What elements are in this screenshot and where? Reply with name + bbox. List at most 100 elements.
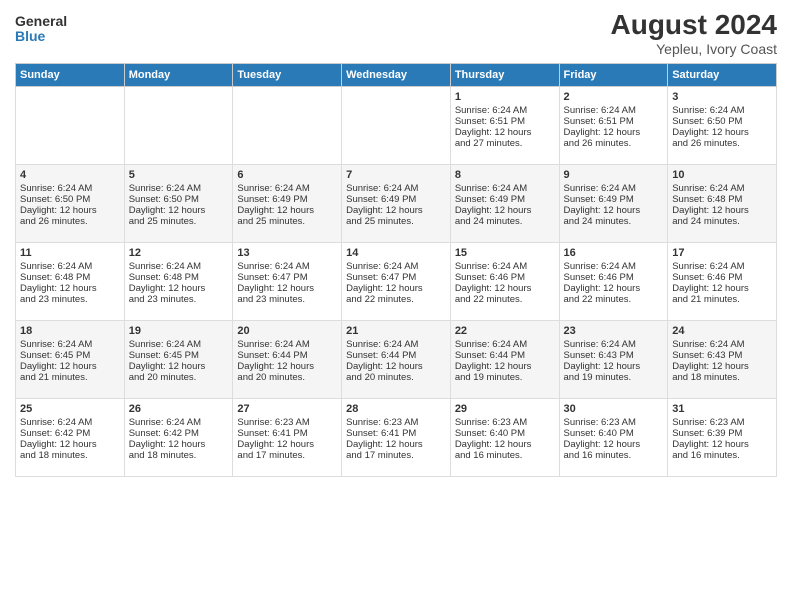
cell-content: Sunrise: 6:24 AM <box>346 339 446 350</box>
cell-content: Sunrise: 6:24 AM <box>20 183 120 194</box>
day-number: 19 <box>129 325 229 337</box>
day-number: 31 <box>672 403 772 415</box>
cell-content: and 23 minutes. <box>237 294 337 305</box>
cell-content: and 22 minutes. <box>346 294 446 305</box>
cell-content: Daylight: 12 hours <box>672 439 772 450</box>
day-number: 2 <box>564 91 664 103</box>
day-header-thursday: Thursday <box>450 63 559 86</box>
page-subtitle: Yepleu, Ivory Coast <box>611 41 778 57</box>
day-number: 23 <box>564 325 664 337</box>
calendar-cell: 19Sunrise: 6:24 AMSunset: 6:45 PMDayligh… <box>124 320 233 398</box>
calendar-cell: 6Sunrise: 6:24 AMSunset: 6:49 PMDaylight… <box>233 164 342 242</box>
cell-content: Sunrise: 6:24 AM <box>129 417 229 428</box>
cell-content: and 16 minutes. <box>564 450 664 461</box>
day-number: 9 <box>564 169 664 181</box>
cell-content: Daylight: 12 hours <box>346 283 446 294</box>
day-number: 27 <box>237 403 337 415</box>
cell-content: Daylight: 12 hours <box>20 205 120 216</box>
calendar-cell: 7Sunrise: 6:24 AMSunset: 6:49 PMDaylight… <box>342 164 451 242</box>
cell-content: Sunset: 6:48 PM <box>672 194 772 205</box>
cell-content: Daylight: 12 hours <box>455 205 555 216</box>
calendar-cell: 25Sunrise: 6:24 AMSunset: 6:42 PMDayligh… <box>16 398 125 476</box>
cell-content: Daylight: 12 hours <box>672 205 772 216</box>
cell-content: Sunrise: 6:24 AM <box>129 261 229 272</box>
cell-content: Daylight: 12 hours <box>237 439 337 450</box>
calendar-cell: 13Sunrise: 6:24 AMSunset: 6:47 PMDayligh… <box>233 242 342 320</box>
cell-content: Sunrise: 6:24 AM <box>564 183 664 194</box>
cell-content: Daylight: 12 hours <box>20 283 120 294</box>
cell-content: and 21 minutes. <box>20 372 120 383</box>
day-number: 10 <box>672 169 772 181</box>
week-row-5: 25Sunrise: 6:24 AMSunset: 6:42 PMDayligh… <box>16 398 777 476</box>
calendar-cell: 22Sunrise: 6:24 AMSunset: 6:44 PMDayligh… <box>450 320 559 398</box>
header-row: SundayMondayTuesdayWednesdayThursdayFrid… <box>16 63 777 86</box>
cell-content: Daylight: 12 hours <box>455 361 555 372</box>
calendar-cell <box>342 86 451 164</box>
cell-content: Daylight: 12 hours <box>672 127 772 138</box>
cell-content: Daylight: 12 hours <box>455 439 555 450</box>
day-number: 18 <box>20 325 120 337</box>
cell-content: Sunset: 6:46 PM <box>455 272 555 283</box>
cell-content: Sunset: 6:50 PM <box>672 116 772 127</box>
calendar-cell: 8Sunrise: 6:24 AMSunset: 6:49 PMDaylight… <box>450 164 559 242</box>
cell-content: Sunset: 6:40 PM <box>455 428 555 439</box>
cell-content: Sunset: 6:45 PM <box>20 350 120 361</box>
cell-content: Daylight: 12 hours <box>564 205 664 216</box>
week-row-1: 1Sunrise: 6:24 AMSunset: 6:51 PMDaylight… <box>16 86 777 164</box>
cell-content: and 18 minutes. <box>129 450 229 461</box>
cell-content: Sunrise: 6:24 AM <box>672 339 772 350</box>
cell-content: and 24 minutes. <box>672 216 772 227</box>
cell-content: Sunset: 6:46 PM <box>672 272 772 283</box>
cell-content: Sunrise: 6:24 AM <box>564 105 664 116</box>
day-number: 14 <box>346 247 446 259</box>
calendar-cell: 14Sunrise: 6:24 AMSunset: 6:47 PMDayligh… <box>342 242 451 320</box>
cell-content: Sunrise: 6:24 AM <box>237 261 337 272</box>
cell-content: Sunset: 6:43 PM <box>564 350 664 361</box>
cell-content: Sunset: 6:40 PM <box>564 428 664 439</box>
cell-content: Sunset: 6:46 PM <box>564 272 664 283</box>
cell-content: Sunrise: 6:24 AM <box>672 105 772 116</box>
day-number: 11 <box>20 247 120 259</box>
cell-content: Sunset: 6:49 PM <box>564 194 664 205</box>
cell-content: Sunset: 6:41 PM <box>237 428 337 439</box>
cell-content: Daylight: 12 hours <box>129 205 229 216</box>
calendar-cell: 9 Sunrise: 6:24 AMSunset: 6:49 PMDaylight… <box>559 164 668 242</box>
calendar-cell: 18Sunrise: 6:24 AMSunset: 6:45 PMDayligh… <box>16 320 125 398</box>
cell-content: Daylight: 12 hours <box>237 361 337 372</box>
calendar-cell: 2Sunrise: 6:24 AMSunset: 6:51 PMDaylight… <box>559 86 668 164</box>
cell-content: Daylight: 12 hours <box>20 439 120 450</box>
cell-content: Sunset: 6:44 PM <box>455 350 555 361</box>
day-number: 5 <box>129 169 229 181</box>
cell-content: and 26 minutes. <box>20 216 120 227</box>
calendar-cell: 24Sunrise: 6:24 AMSunset: 6:43 PMDayligh… <box>668 320 777 398</box>
cell-content: Sunrise: 6:23 AM <box>237 417 337 428</box>
cell-content: Daylight: 12 hours <box>672 361 772 372</box>
cell-content: and 26 minutes. <box>672 138 772 149</box>
day-header-monday: Monday <box>124 63 233 86</box>
cell-content: Daylight: 12 hours <box>455 127 555 138</box>
cell-content: Sunset: 6:51 PM <box>455 116 555 127</box>
day-header-sunday: Sunday <box>16 63 125 86</box>
cell-content: Sunset: 6:45 PM <box>129 350 229 361</box>
day-number: 6 <box>237 169 337 181</box>
week-row-3: 11Sunrise: 6:24 AMSunset: 6:48 PMDayligh… <box>16 242 777 320</box>
calendar-cell: 5Sunrise: 6:24 AMSunset: 6:50 PMDaylight… <box>124 164 233 242</box>
cell-content: and 18 minutes. <box>20 450 120 461</box>
calendar-cell: 17Sunrise: 6:24 AMSunset: 6:46 PMDayligh… <box>668 242 777 320</box>
calendar-cell: 26Sunrise: 6:24 AMSunset: 6:42 PMDayligh… <box>124 398 233 476</box>
day-number: 1 <box>455 91 555 103</box>
day-number: 21 <box>346 325 446 337</box>
cell-content: Daylight: 12 hours <box>346 205 446 216</box>
day-header-tuesday: Tuesday <box>233 63 342 86</box>
logo-blue: Blue <box>15 29 67 44</box>
cell-content: Sunrise: 6:24 AM <box>129 339 229 350</box>
calendar-cell: 29Sunrise: 6:23 AMSunset: 6:40 PMDayligh… <box>450 398 559 476</box>
cell-content: Daylight: 12 hours <box>564 283 664 294</box>
cell-content: Daylight: 12 hours <box>564 361 664 372</box>
cell-content: and 27 minutes. <box>455 138 555 149</box>
cell-content: Sunrise: 6:24 AM <box>346 261 446 272</box>
day-number: 24 <box>672 325 772 337</box>
cell-content: Sunset: 6:51 PM <box>564 116 664 127</box>
week-row-2: 4Sunrise: 6:24 AMSunset: 6:50 PMDaylight… <box>16 164 777 242</box>
logo: General Blue <box>15 10 67 45</box>
